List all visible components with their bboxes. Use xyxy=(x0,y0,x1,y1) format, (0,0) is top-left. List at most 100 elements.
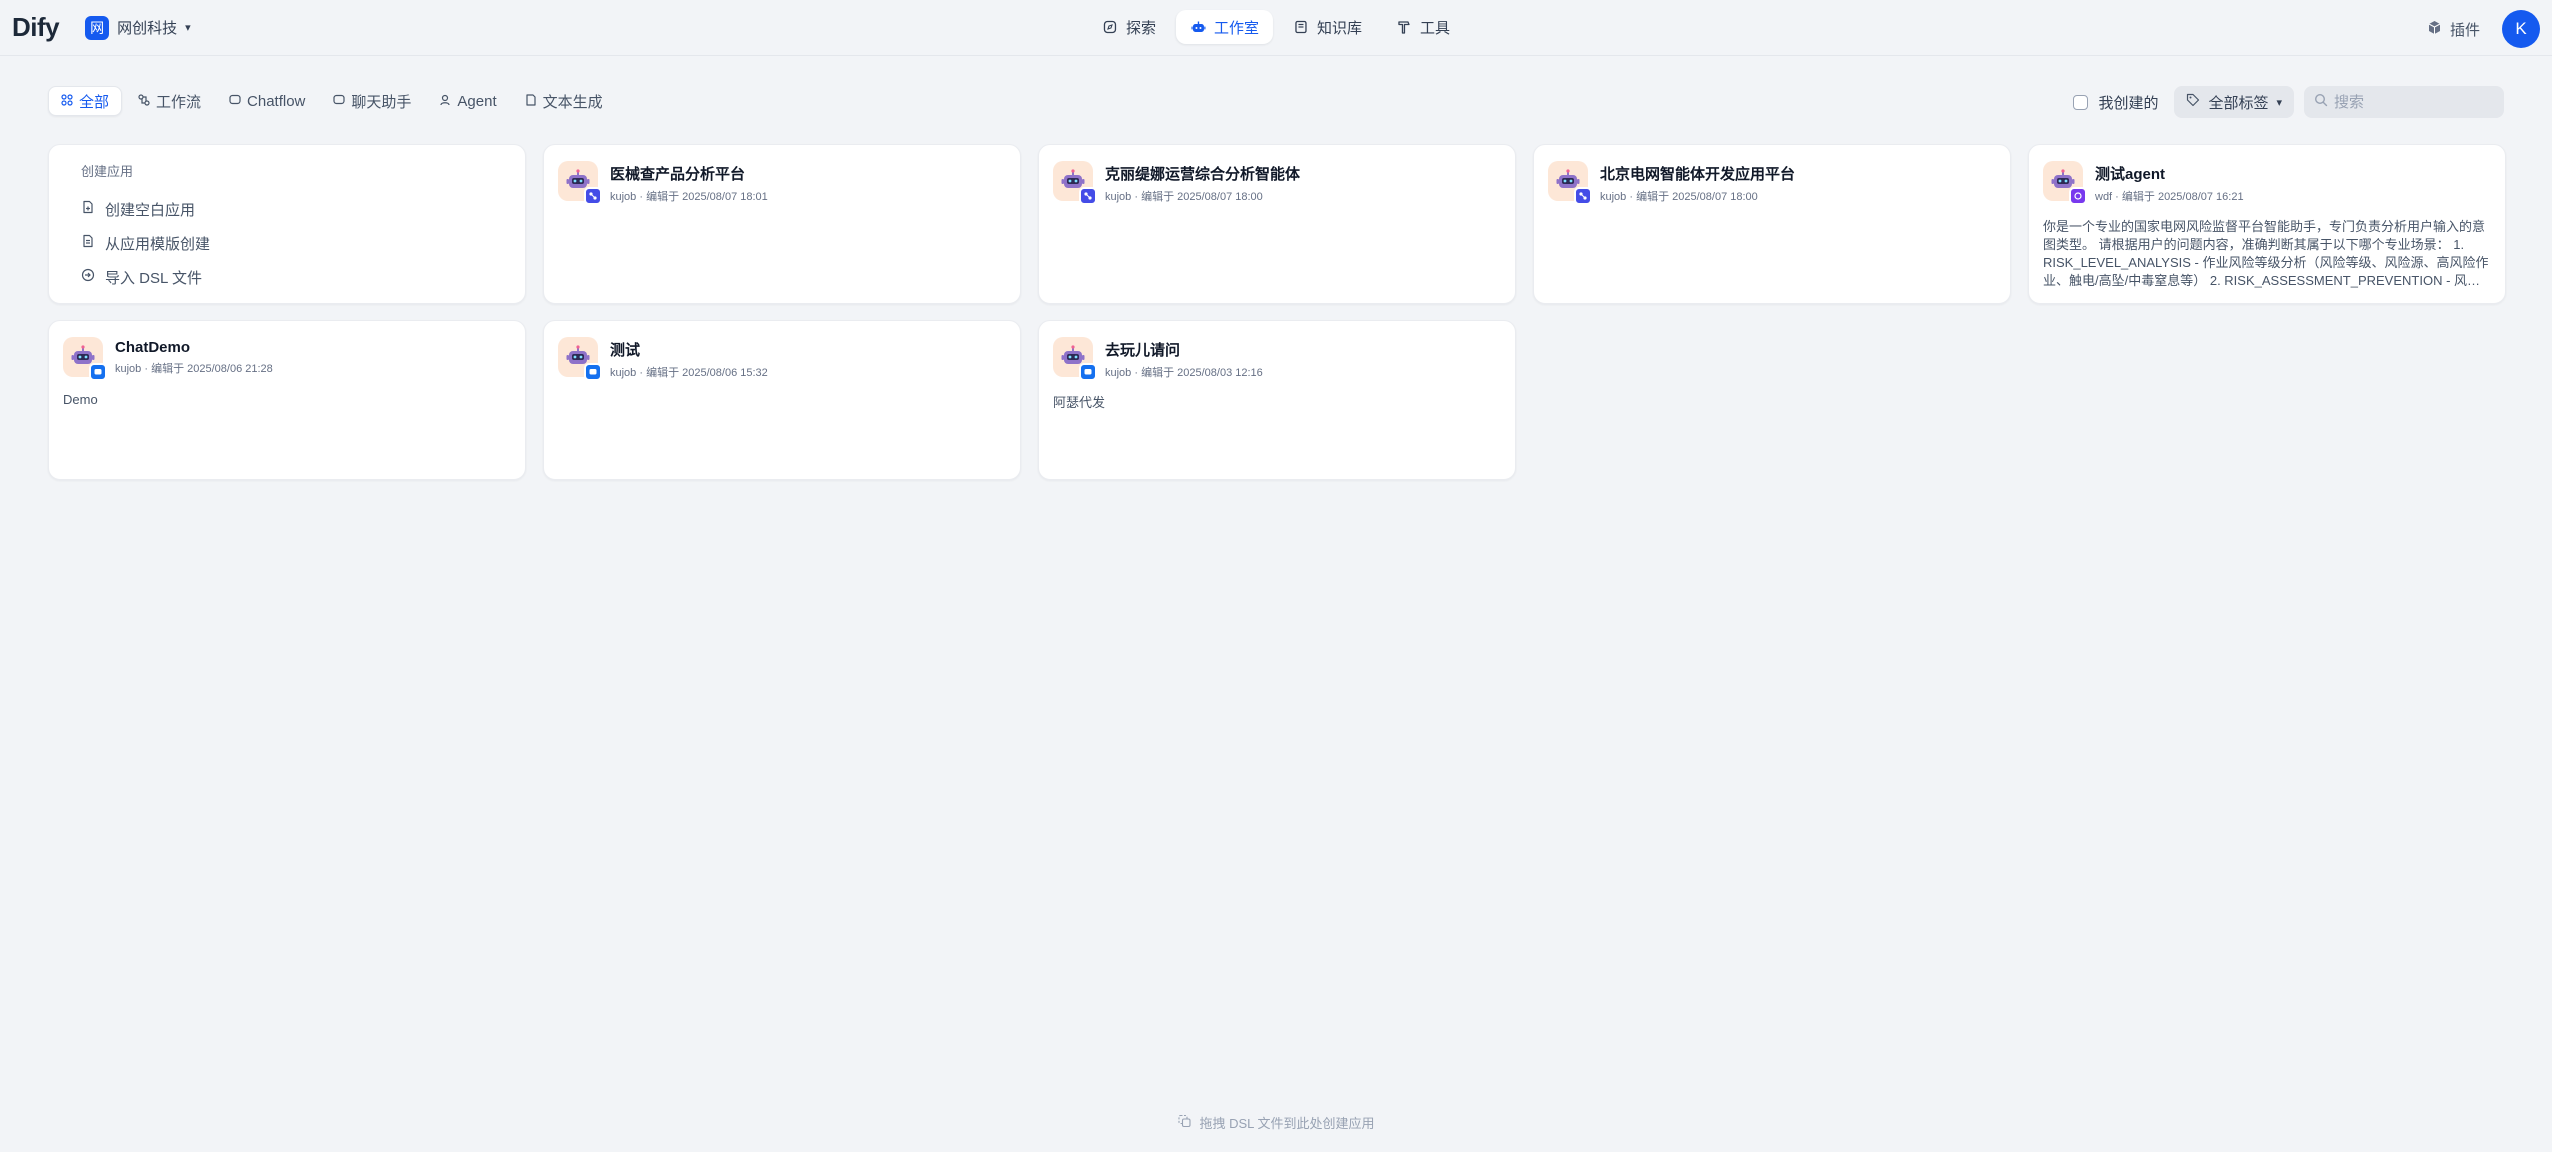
plugin-button[interactable]: 插件 xyxy=(2427,19,2480,40)
top-header: Dify 网 网创科技 ▾ 探索 工作室 知识库 工具 插件 K xyxy=(0,0,2552,56)
grid-icon xyxy=(61,93,73,109)
tab-chatflow-label: Chatflow xyxy=(247,92,306,110)
nav-studio-label: 工作室 xyxy=(1213,19,1259,37)
robot-avatar-icon xyxy=(2043,161,2087,205)
drop-file-icon xyxy=(1177,1114,1191,1131)
drop-dsl-hint-text: 拖拽 DSL 文件到此处创建应用 xyxy=(1199,1116,1375,1131)
tab-all-label: 全部 xyxy=(79,93,110,111)
filter-controls: 我创建的 全部标签 ▾ xyxy=(2073,86,2504,118)
nav-tools-label: 工具 xyxy=(1420,19,1451,37)
create-app-title: 创建应用 xyxy=(81,164,134,179)
workspace-name: 网创科技 xyxy=(117,20,178,37)
nav-tools[interactable]: 工具 xyxy=(1382,10,1464,44)
user-avatar[interactable]: K xyxy=(2502,10,2540,48)
tab-workflow[interactable]: 工作流 xyxy=(126,86,213,116)
app-meta: kujob · 编辑于 2025/08/03 12:16 xyxy=(1105,367,1263,379)
app-meta: wdf · 编辑于 2025/08/07 16:21 xyxy=(2095,191,2244,203)
app-card[interactable]: 测试 kujob · 编辑于 2025/08/06 15:32 xyxy=(543,320,1021,480)
workflow-type-icon xyxy=(1079,187,1097,205)
tab-agent[interactable]: Agent xyxy=(427,86,508,116)
message-icon xyxy=(333,94,345,109)
app-card[interactable]: 去玩儿请问 kujob · 编辑于 2025/08/03 12:16 阿瑟代发 xyxy=(1038,320,1516,480)
app-meta: kujob · 编辑于 2025/08/07 18:00 xyxy=(1105,191,1263,203)
robot-avatar-icon xyxy=(558,337,602,381)
tab-chat-assistant-label: 聊天助手 xyxy=(351,93,412,111)
tab-text-generation[interactable]: 文本生成 xyxy=(513,86,615,116)
tag-filter-label: 全部标签 xyxy=(2208,94,2269,112)
robot-avatar-icon xyxy=(558,161,602,205)
main-nav: 探索 工作室 知识库 工具 xyxy=(1088,10,1464,44)
workflow-icon xyxy=(138,93,150,109)
plugin-label: 插件 xyxy=(2449,21,2480,39)
app-name: 医械查产品分析平台 xyxy=(610,166,746,183)
create-from-template-label: 从应用模版创建 xyxy=(105,235,211,253)
app-name: ChatDemo xyxy=(115,339,191,356)
import-dsl-label: 导入 DSL 文件 xyxy=(105,269,202,287)
app-name: 克丽缇娜运营综合分析智能体 xyxy=(1105,166,1301,183)
workflow-type-icon xyxy=(584,187,602,205)
workspace-switcher[interactable]: 网 网创科技 ▾ xyxy=(79,12,197,44)
book-icon xyxy=(1293,19,1309,35)
agent-type-icon xyxy=(2069,187,2087,205)
create-from-template-button[interactable]: 从应用模版创建 xyxy=(81,226,505,260)
file-plus-icon xyxy=(81,200,95,218)
robot-icon xyxy=(1190,19,1206,35)
tag-icon xyxy=(2186,93,2200,111)
robot-avatar-icon xyxy=(63,337,107,381)
create-blank-app-label: 创建空白应用 xyxy=(105,201,196,219)
app-meta: kujob · 编辑于 2025/08/07 18:00 xyxy=(1600,191,1758,203)
nav-explore[interactable]: 探索 xyxy=(1088,10,1170,44)
app-description: 阿瑟代发 xyxy=(1053,395,1106,410)
import-dsl-button[interactable]: 导入 DSL 文件 xyxy=(81,260,505,294)
tab-chatflow[interactable]: Chatflow xyxy=(217,86,317,116)
drop-dsl-hint: 拖拽 DSL 文件到此处创建应用 xyxy=(1177,1113,1375,1132)
robot-avatar-icon xyxy=(1053,161,1097,205)
chat-type-icon xyxy=(89,363,107,381)
search-box[interactable] xyxy=(2304,86,2504,118)
nav-studio[interactable]: 工作室 xyxy=(1175,10,1273,44)
app-card[interactable]: 北京电网智能体开发应用平台 kujob · 编辑于 2025/08/07 18:… xyxy=(1533,144,2011,304)
created-by-me-label: 我创建的 xyxy=(2098,94,2159,112)
create-blank-app-button[interactable]: 创建空白应用 xyxy=(81,192,505,226)
header-right: 插件 K xyxy=(2427,10,2540,48)
app-name: 北京电网智能体开发应用平台 xyxy=(1600,166,1796,183)
tab-workflow-label: 工作流 xyxy=(156,93,202,111)
template-icon xyxy=(81,234,95,252)
import-icon xyxy=(81,268,95,286)
created-by-me-checkbox[interactable] xyxy=(2073,94,2089,110)
app-meta: kujob · 编辑于 2025/08/07 18:01 xyxy=(610,191,768,203)
chat-type-icon xyxy=(584,363,602,381)
cube-icon xyxy=(2427,20,2442,39)
nav-knowledge-label: 知识库 xyxy=(1317,19,1363,37)
compass-icon xyxy=(1102,19,1118,35)
nav-explore-label: 探索 xyxy=(1125,19,1156,37)
tag-filter-select[interactable]: 全部标签 ▾ xyxy=(2174,86,2294,118)
chat-bubble-icon xyxy=(229,94,241,109)
app-meta: kujob · 编辑于 2025/08/06 15:32 xyxy=(610,367,768,379)
robot-avatar-icon xyxy=(1053,337,1097,381)
tab-chat-assistant[interactable]: 聊天助手 xyxy=(321,86,423,116)
app-card[interactable]: 测试agent wdf · 编辑于 2025/08/07 16:21 你是一个专… xyxy=(2028,144,2506,304)
app-card[interactable]: ChatDemo kujob · 编辑于 2025/08/06 21:28 De… xyxy=(48,320,526,480)
app-meta: kujob · 编辑于 2025/08/06 21:28 xyxy=(115,363,273,375)
create-app-card: 创建应用 创建空白应用 从应用模版创建 导入 DSL 文件 xyxy=(48,144,526,304)
app-card[interactable]: 医械查产品分析平台 kujob · 编辑于 2025/08/07 18:01 xyxy=(543,144,1021,304)
document-icon xyxy=(525,93,537,109)
robot-avatar-icon xyxy=(1548,161,1592,205)
chevron-down-icon: ▾ xyxy=(2276,96,2282,109)
app-card[interactable]: 克丽缇娜运营综合分析智能体 kujob · 编辑于 2025/08/07 18:… xyxy=(1038,144,1516,304)
chevron-down-icon: ▾ xyxy=(185,22,191,34)
app-description: 你是一个专业的国家电网风险监督平台智能助手，专门负责分析用户输入的意图类型。 请… xyxy=(2043,219,2489,288)
hammer-icon xyxy=(1396,19,1412,35)
dify-logo[interactable]: Dify xyxy=(12,12,60,43)
app-description: Demo xyxy=(63,392,98,407)
nav-knowledge[interactable]: 知识库 xyxy=(1279,10,1376,44)
created-by-me-toggle[interactable]: 我创建的 xyxy=(2073,92,2158,113)
search-input[interactable] xyxy=(2334,93,2494,111)
tab-all[interactable]: 全部 xyxy=(48,86,123,116)
search-icon xyxy=(2314,93,2328,112)
app-name: 测试agent xyxy=(2095,166,2166,183)
tab-agent-label: Agent xyxy=(457,92,497,110)
workflow-type-icon xyxy=(1574,187,1592,205)
workspace-badge: 网 xyxy=(85,15,110,40)
